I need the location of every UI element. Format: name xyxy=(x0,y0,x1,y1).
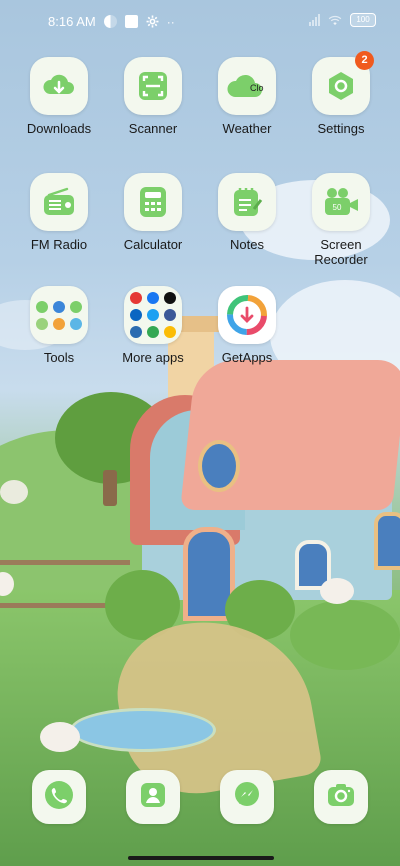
app-tools-folder[interactable]: Tools xyxy=(11,286,107,365)
contacts-icon xyxy=(137,779,169,816)
dock-contacts[interactable] xyxy=(126,770,180,824)
tools-folder-icon[interactable] xyxy=(30,286,88,344)
battery-icon: 100 xyxy=(350,13,376,27)
notification-square-icon xyxy=(124,15,138,28)
app-label: FM Radio xyxy=(30,237,88,252)
dock-phone[interactable] xyxy=(32,770,86,824)
app-label: Tools xyxy=(43,350,75,365)
download-cloud-icon[interactable] xyxy=(30,57,88,115)
video-camera-icon[interactable]: 50 xyxy=(312,173,370,231)
notification-badge: 2 xyxy=(355,51,374,70)
app-downloads[interactable]: Downloads xyxy=(11,57,107,136)
weather-cloud-icon[interactable]: Clo xyxy=(218,57,276,115)
settings-notification-icon xyxy=(146,15,159,28)
app-fm-radio[interactable]: FM Radio xyxy=(11,173,107,252)
more-apps-folder-icon[interactable] xyxy=(124,286,182,344)
app-scanner[interactable]: Scanner xyxy=(105,57,201,136)
app-notes[interactable]: Notes xyxy=(199,173,295,252)
signal-icon xyxy=(309,14,320,26)
calculator-icon[interactable] xyxy=(124,173,182,231)
home-indicator[interactable] xyxy=(128,856,274,860)
app-label: GetApps xyxy=(221,350,273,365)
app-calculator[interactable]: Calculator xyxy=(105,173,201,252)
app-settings[interactable]: 2 Settings xyxy=(293,51,389,136)
app-label: Notes xyxy=(230,237,264,252)
app-label: Settings xyxy=(317,121,365,136)
camera-icon xyxy=(325,779,357,816)
more-notifications-icon: ·· xyxy=(166,14,175,29)
getapps-icon[interactable] xyxy=(218,286,276,344)
phone-icon xyxy=(43,779,75,816)
gear-icon[interactable]: 2 xyxy=(312,51,374,115)
data-saver-icon xyxy=(103,15,117,28)
radio-icon[interactable] xyxy=(30,173,88,231)
app-label: Weather xyxy=(222,121,272,136)
status-time: 8:16 AM xyxy=(48,14,96,29)
notes-icon[interactable] xyxy=(218,173,276,231)
app-label: Downloads xyxy=(26,121,92,136)
dock-messages[interactable] xyxy=(220,770,274,824)
app-more-apps-folder[interactable]: More apps xyxy=(105,286,201,365)
status-bar: 8:16 AM ·· 100 xyxy=(0,0,400,44)
app-label: More apps xyxy=(122,350,184,365)
messages-icon xyxy=(231,779,263,816)
svg-text:50: 50 xyxy=(333,203,342,212)
dock-camera[interactable] xyxy=(314,770,368,824)
scanner-icon[interactable] xyxy=(124,57,182,115)
app-getapps[interactable]: GetApps xyxy=(199,286,295,365)
app-screen-recorder[interactable]: 50 Screen Recorder xyxy=(293,173,389,267)
app-weather[interactable]: Clo Weather xyxy=(199,57,295,136)
app-label: Calculator xyxy=(123,237,183,252)
weather-icon-text: Clo xyxy=(250,83,264,93)
app-label: Scanner xyxy=(128,121,178,136)
wifi-icon xyxy=(328,15,342,26)
app-label: Screen Recorder xyxy=(314,237,368,267)
